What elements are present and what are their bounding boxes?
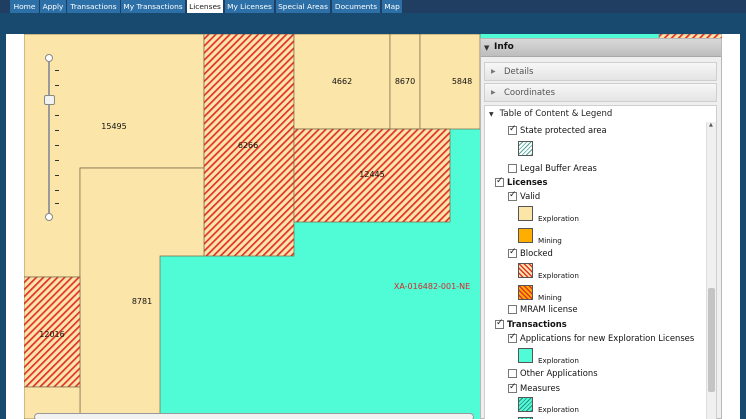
info-header[interactable]: ▼ Info — [481, 39, 721, 57]
checkbox-icon[interactable] — [508, 124, 517, 135]
legend-label: Applications for new Exploration License… — [520, 333, 695, 343]
triangle-right-icon: ▶ — [491, 89, 496, 96]
triangle-down-icon: ▼ — [489, 111, 494, 118]
plot-label-15495: 15495 — [101, 122, 126, 131]
toc-title: Table of Content & Legend — [499, 109, 613, 119]
plot-label-5848: 5848 — [452, 77, 472, 86]
zoom-tick — [55, 115, 59, 116]
checkbox-icon[interactable] — [508, 190, 517, 201]
legend-sublabel: Exploration — [538, 271, 579, 280]
swatch-blocked-mining — [518, 285, 533, 300]
triangle-right-icon: ▶ — [491, 68, 496, 75]
legend-sublabel: Mining — [538, 293, 562, 302]
toc-legend-section: ▼ Table of Content & Legend State protect… — [484, 105, 717, 419]
zoom-tick — [55, 145, 59, 146]
triangle-down-icon: ▼ — [484, 44, 490, 52]
map-scale-bar — [34, 413, 474, 419]
legend-label: Measures — [520, 383, 560, 393]
toc-header[interactable]: ▼ Table of Content & Legend — [489, 109, 612, 119]
info-panel: ▼ Info ▶ Details ▶ Coordinates ▼ Table of… — [480, 38, 722, 419]
details-section[interactable]: ▶ Details — [484, 62, 717, 81]
checkbox-icon[interactable] — [508, 369, 517, 378]
legend-label: Transactions — [507, 319, 567, 329]
legend-label: Blocked — [520, 248, 553, 258]
zoom-tick — [55, 160, 59, 161]
scroll-up-icon[interactable]: ▲ — [709, 122, 713, 128]
checkbox-icon[interactable] — [495, 176, 504, 187]
legend-label: Legal Buffer Areas — [520, 163, 597, 173]
zoom-out-button[interactable] — [45, 213, 53, 221]
plot-label-8781: 8781 — [132, 297, 152, 306]
plot-label-12016: 12016 — [39, 330, 64, 339]
tab-map[interactable]: Map — [382, 0, 403, 13]
details-label: Details — [504, 67, 534, 77]
plot-label-8670: 8670 — [395, 77, 415, 86]
legend-sublabel: Exploration — [538, 405, 579, 414]
legend-label: MRAM license — [520, 304, 578, 314]
swatch-application-exploration — [518, 348, 533, 363]
tab-apply[interactable]: Apply — [40, 0, 67, 13]
swatch-blocked-exploration — [518, 263, 533, 278]
toc-scrollbar[interactable]: ▲ — [706, 122, 716, 419]
zoom-tick — [55, 70, 59, 71]
checkbox-icon[interactable] — [508, 305, 517, 314]
plot-label-application: XA-016482-001-NE — [394, 282, 470, 291]
top-navigation: Home Apply Transactions My Transactions … — [0, 0, 746, 14]
coordinates-section[interactable]: ▶ Coordinates — [484, 83, 717, 102]
tab-my-transactions[interactable]: My Transactions — [121, 0, 186, 13]
swatch-state-protected — [518, 141, 533, 156]
checkbox-icon[interactable] — [508, 382, 517, 393]
plot-label-4662: 4662 — [332, 77, 352, 86]
zoom-tick — [55, 130, 59, 131]
tab-licenses[interactable]: Licenses — [187, 0, 224, 14]
plot-8781[interactable] — [79, 167, 205, 419]
plot-label-12445: 12445 — [359, 170, 384, 179]
checkbox-icon[interactable] — [508, 332, 517, 343]
zoom-slider-track[interactable] — [48, 58, 50, 218]
checkbox-icon[interactable] — [508, 247, 517, 258]
tab-documents[interactable]: Documents — [332, 0, 381, 13]
toc-list: State protected area Legal Buffer Areas … — [485, 122, 716, 419]
legend-sublabel: Mining — [538, 236, 562, 245]
zoom-tick — [55, 85, 59, 86]
zoom-tick — [55, 203, 59, 204]
legend-label: Other Applications — [520, 368, 598, 378]
coordinates-label: Coordinates — [504, 88, 556, 98]
swatch-valid-exploration — [518, 206, 533, 221]
tab-special-areas[interactable]: Special Areas — [276, 0, 331, 13]
legend-sublabel: Exploration — [538, 356, 579, 365]
tab-home[interactable]: Home — [10, 0, 40, 13]
swatch-valid-mining — [518, 228, 533, 243]
checkbox-icon[interactable] — [508, 164, 517, 173]
zoom-tick — [55, 175, 59, 176]
info-title: Info — [494, 42, 514, 52]
swatch-measures-exploration — [518, 397, 533, 412]
zoom-tick — [55, 190, 59, 191]
plot-label-6266: 6266 — [238, 141, 258, 150]
legend-sublabel: Exploration — [538, 214, 579, 223]
tab-my-licenses[interactable]: My Licenses — [225, 0, 275, 13]
scrollbar-thumb[interactable] — [708, 288, 715, 392]
zoom-slider-handle[interactable] — [44, 95, 55, 105]
checkbox-icon[interactable] — [495, 318, 504, 329]
legend-label: State protected area — [520, 125, 607, 135]
tab-transactions[interactable]: Transactions — [67, 0, 121, 13]
zoom-in-button[interactable] — [45, 54, 53, 62]
legend-label: Valid — [520, 191, 541, 201]
legend-label: Licenses — [507, 177, 548, 187]
